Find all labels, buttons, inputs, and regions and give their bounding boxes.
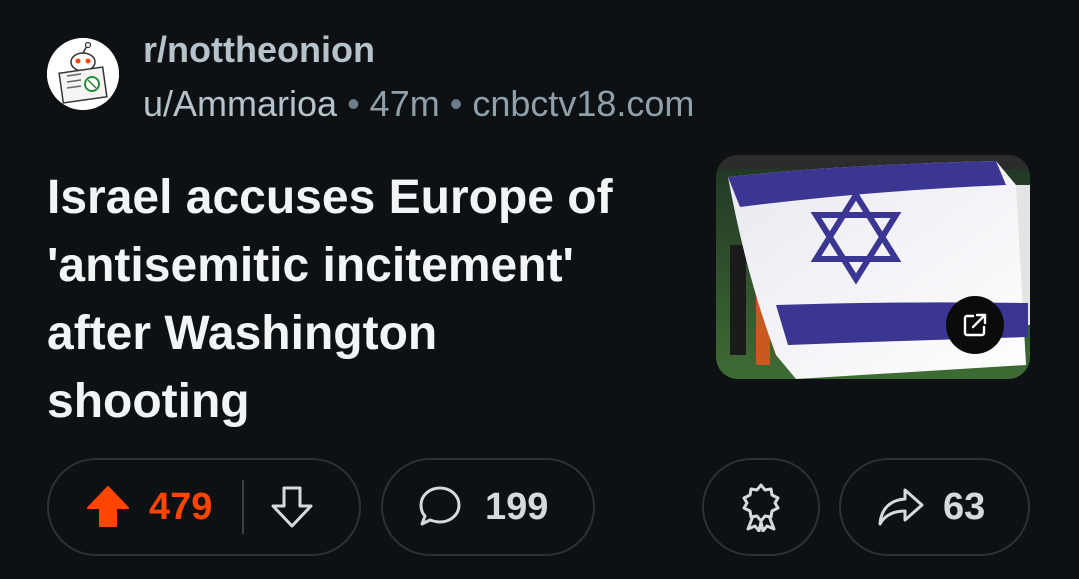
external-link-button[interactable] (946, 296, 1004, 354)
comment-icon-wrap (417, 484, 463, 530)
upvote-count: 479 (149, 486, 213, 528)
comment-bubble-icon (419, 486, 461, 526)
author-name[interactable]: u/Ammarioa (143, 83, 337, 124)
share-button[interactable]: 63 (839, 458, 1030, 556)
upvote-button[interactable] (85, 484, 131, 530)
vote-bar: 479 (47, 458, 361, 556)
post-age: 47m (369, 83, 440, 124)
subreddit-avatar[interactable] (47, 38, 119, 110)
post-card[interactable]: r/nottheonion u/Ammarioa • 47m • cnbctv18.co… (0, 0, 1079, 579)
external-link-icon (963, 313, 987, 337)
link-thumbnail[interactable] (716, 155, 1030, 379)
meta-separator: • (449, 83, 463, 124)
award-icon (742, 483, 780, 532)
comment-count: 199 (485, 486, 549, 528)
downvote-button[interactable] (270, 484, 314, 530)
vote-divider (242, 480, 245, 534)
award-button[interactable] (702, 458, 820, 556)
subreddit-name[interactable]: r/nottheonion (143, 28, 375, 72)
post-meta: u/Ammarioa • 47m • cnbctv18.com (143, 82, 694, 126)
share-icon-wrap (877, 486, 925, 528)
meta-separator: • (347, 83, 360, 124)
link-domain[interactable]: cnbctv18.com (472, 83, 694, 124)
comments-button[interactable]: 199 (381, 458, 595, 556)
share-arrow-icon (878, 488, 924, 526)
share-count: 63 (943, 486, 986, 528)
post-title[interactable]: Israel accuses Europe of 'antisemitic in… (47, 164, 637, 436)
upvote-arrow-icon (87, 486, 129, 527)
downvote-arrow-icon (271, 486, 313, 528)
